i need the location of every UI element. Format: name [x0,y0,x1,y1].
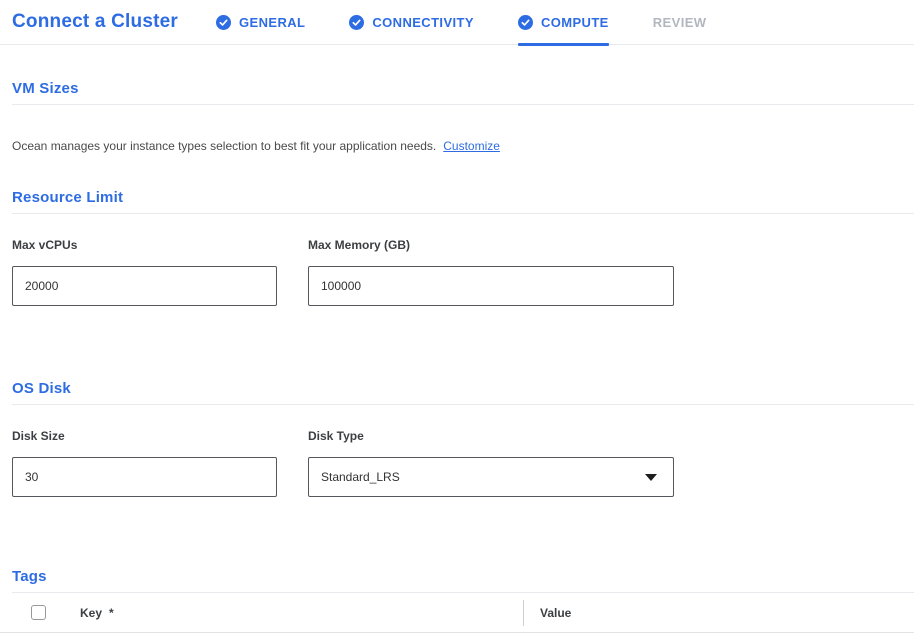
os-disk-heading: OS Disk [12,379,914,398]
check-circle-icon [349,15,364,30]
os-disk-section-header: OS Disk [12,379,914,405]
vm-sizes-description-text: Ocean manages your instance types select… [12,139,436,153]
vm-sizes-description: Ocean manages your instance types select… [12,139,914,154]
disk-type-selected-value: Standard_LRS [321,470,400,484]
tags-value-column-header: Value [540,606,571,620]
tab-review[interactable]: REVIEW [653,0,707,45]
customize-link[interactable]: Customize [443,139,500,153]
column-divider [523,600,524,626]
wizard-tabs: GENERAL CONNECTIVITY COMPUTE REVIEW [216,0,750,45]
max-memory-label: Max Memory (GB) [308,238,410,252]
check-circle-icon [216,15,231,30]
vm-sizes-heading: VM Sizes [12,79,914,98]
tab-connectivity[interactable]: CONNECTIVITY [349,0,474,45]
required-asterisk: * [109,606,114,620]
disk-type-select[interactable]: Standard_LRS [308,457,674,497]
tags-heading: Tags [12,567,914,586]
disk-type-label: Disk Type [308,429,364,443]
max-vcpus-label: Max vCPUs [12,238,77,252]
max-vcpus-input[interactable] [12,266,277,306]
tags-key-column-header: Key * [80,606,523,620]
vm-sizes-section-header: VM Sizes [12,79,914,105]
tags-table-header-row: Key * Value [0,593,914,633]
tab-label: REVIEW [653,15,707,30]
tab-compute[interactable]: COMPUTE [518,0,609,45]
wizard-header: Connect a Cluster GENERAL CONNECTIVITY C… [0,0,914,45]
tags-section-header: Tags [12,567,914,593]
max-memory-input[interactable] [308,266,674,306]
disk-size-input[interactable] [12,457,277,497]
tab-general[interactable]: GENERAL [216,0,305,45]
chevron-down-icon [645,474,657,481]
select-all-checkbox[interactable] [31,605,46,620]
tab-label: CONNECTIVITY [372,15,474,30]
key-column-label: Key [80,606,102,620]
page-title: Connect a Cluster [12,11,178,33]
resource-limit-section-header: Resource Limit [12,188,914,214]
resource-limit-heading: Resource Limit [12,188,914,207]
tab-label: GENERAL [239,15,305,30]
check-circle-icon [518,15,533,30]
tab-label: COMPUTE [541,15,609,30]
disk-size-label: Disk Size [12,429,65,443]
